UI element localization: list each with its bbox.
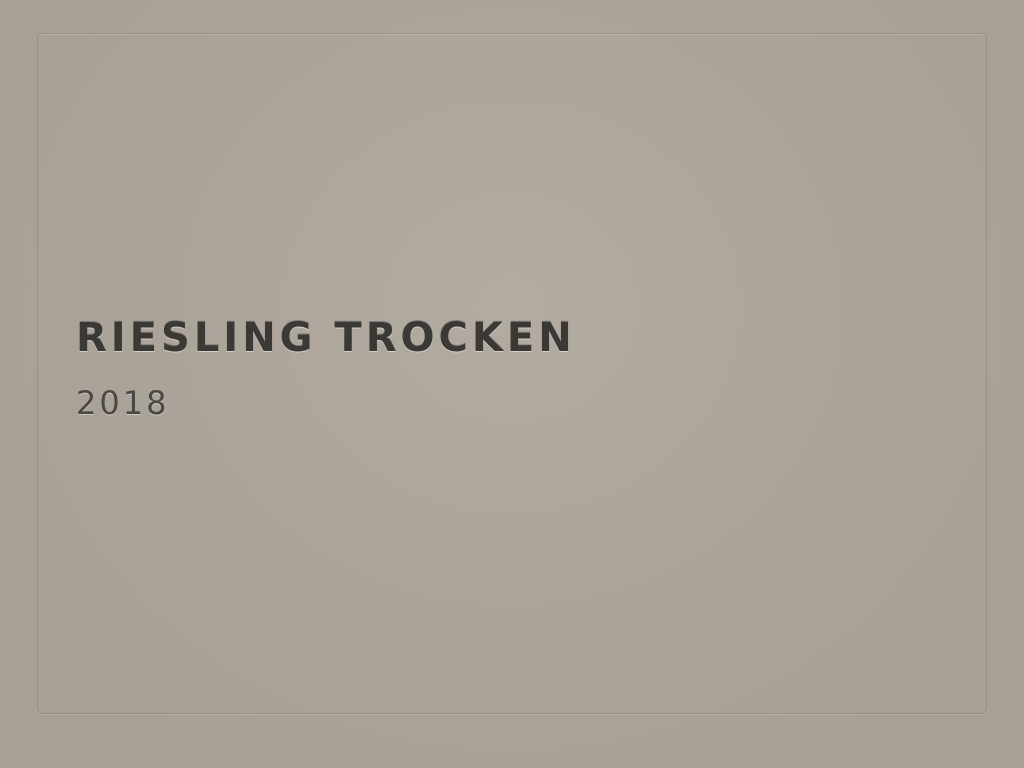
presentation-slide: RIESLING TROCKEN 2018 — [0, 0, 1024, 768]
slide-subtitle: 2018 — [76, 384, 170, 422]
slide-frame-border — [37, 33, 987, 714]
slide-title: RIESLING TROCKEN — [76, 315, 576, 361]
